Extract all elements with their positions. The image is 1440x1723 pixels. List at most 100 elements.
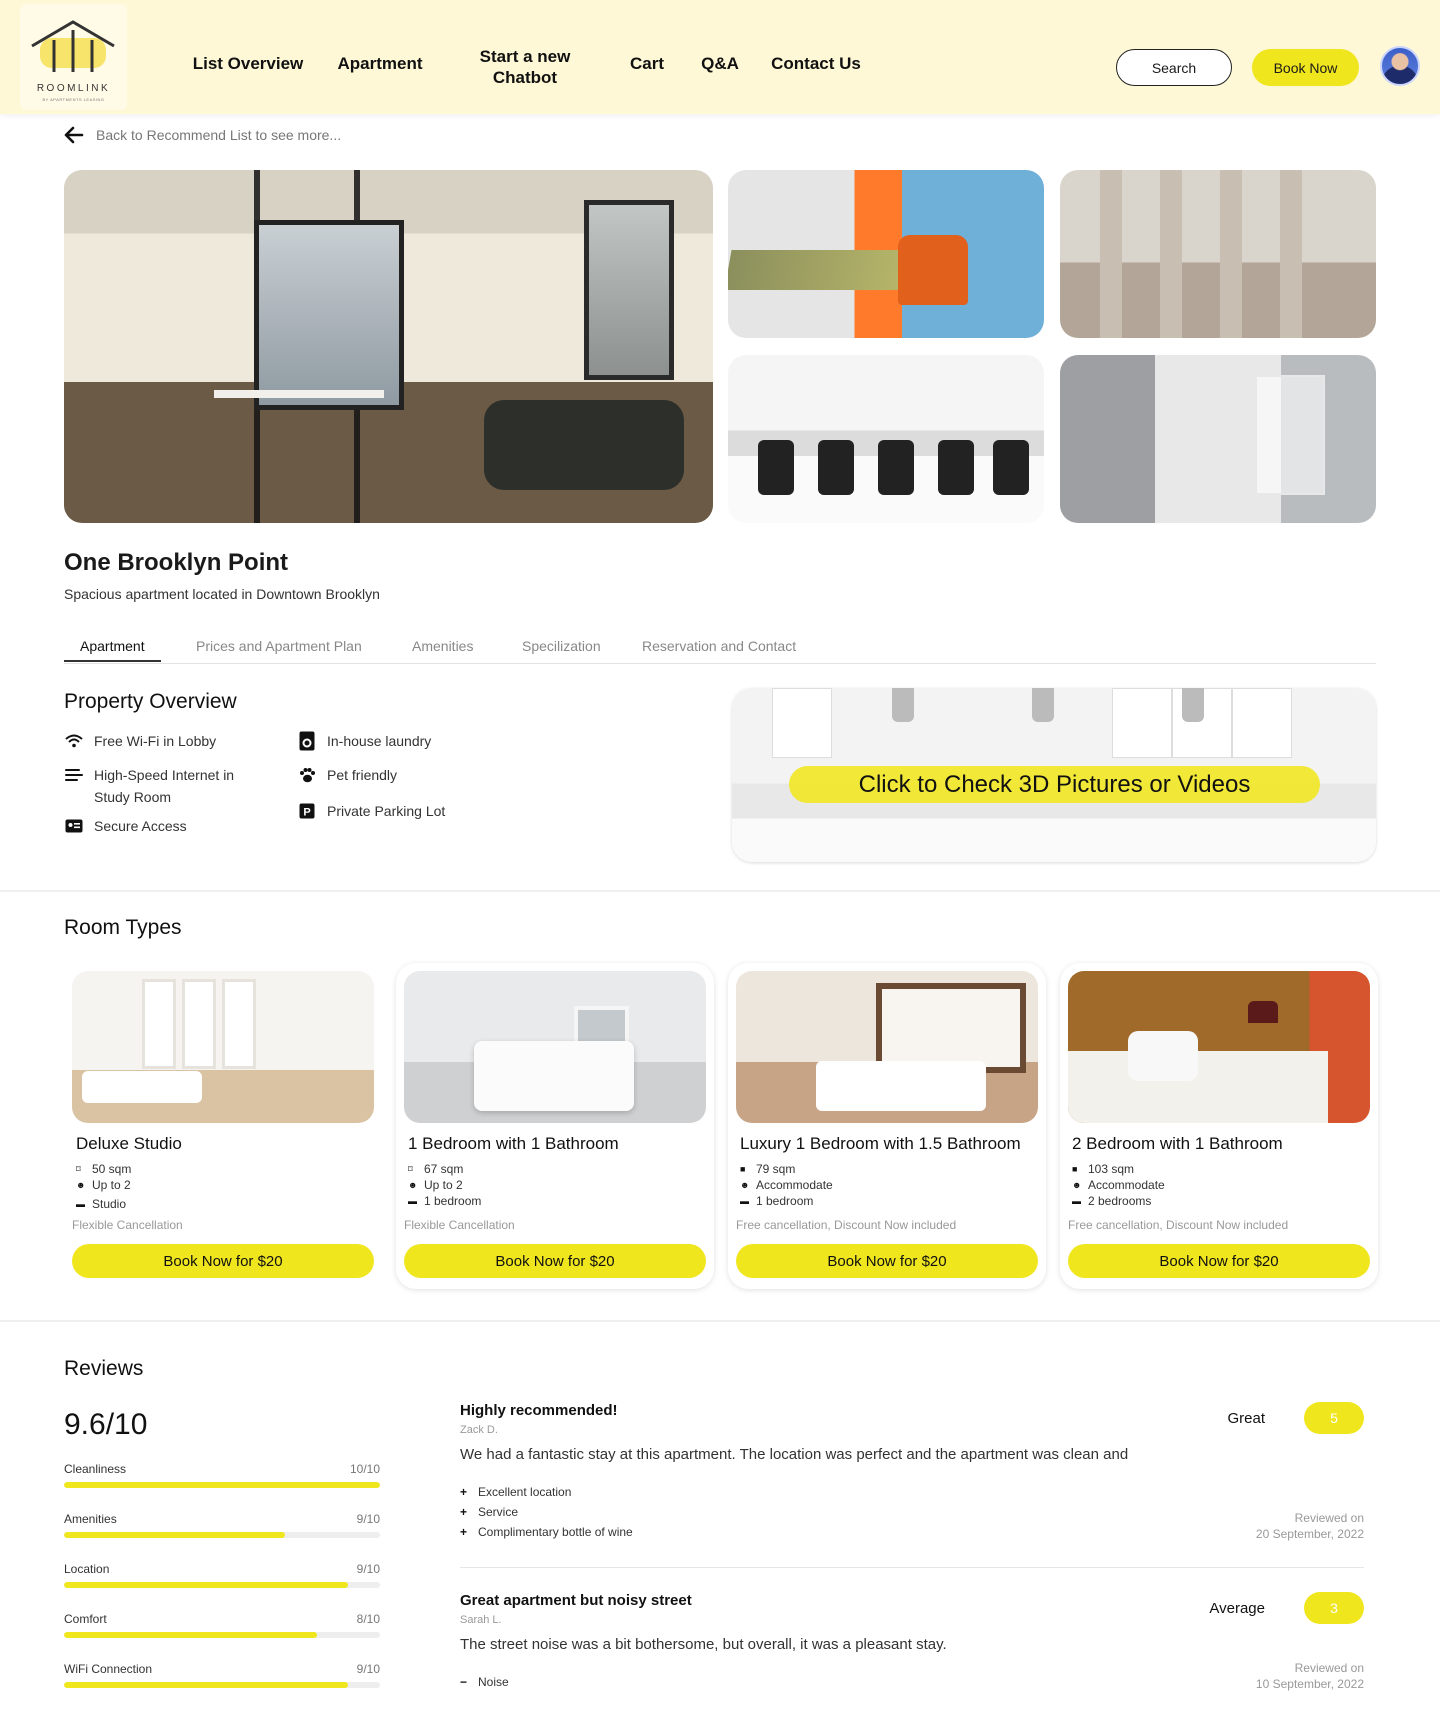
rating-category-value: 8/10 [356, 1612, 380, 1626]
room-guests-value: Up to 2 [424, 1178, 463, 1192]
room-types-heading: Room Types [64, 916, 182, 939]
feature-label: Pet friendly [327, 767, 398, 783]
tab-amenities[interactable]: Amenities [412, 638, 473, 654]
paw-icon [297, 764, 317, 786]
rating-progress-bar [64, 1532, 380, 1538]
rating-category-value: 9/10 [356, 1562, 380, 1576]
gallery-photo-bathroom[interactable] [1060, 355, 1376, 523]
book-room-button[interactable]: Book Now for $20 [404, 1244, 706, 1278]
rating-category-value: 10/10 [349, 1462, 380, 1476]
room-guests: ☻ Accommodate [1072, 1178, 1165, 1192]
room-beds: ▬ 1 bedroom [408, 1194, 481, 1208]
nav-start-chatbot[interactable]: Start a new Chatbot [470, 46, 580, 88]
feature-secure-access: Secure Access [64, 815, 284, 837]
bed-icon: ▬ [76, 1199, 85, 1209]
book-room-button[interactable]: Book Now for $20 [72, 1244, 374, 1278]
nav-list-overview[interactable]: List Overview [188, 53, 308, 74]
room-photo[interactable] [404, 971, 706, 1123]
room-size-value: 50 sqm [92, 1162, 132, 1176]
room-guests: ☻ Accommodate [740, 1178, 833, 1192]
review-date: Reviewed on 20 September, 2022 [1164, 1510, 1364, 1542]
room-photo[interactable] [72, 971, 374, 1123]
rating-progress-fill [64, 1482, 380, 1488]
feature-label: Free Wi-Fi in Lobby [94, 733, 217, 749]
plus-icon: + [460, 1525, 468, 1539]
tab-specilization[interactable]: Specilization [522, 638, 601, 654]
gallery-photo-gym[interactable] [728, 355, 1044, 523]
rating-progress-bar [64, 1582, 380, 1588]
wifi-icon [64, 730, 84, 752]
rating-category-label: WiFi Connection [64, 1662, 153, 1676]
review-pro: + Service [460, 1505, 518, 1519]
review-rating-badge: 3 [1304, 1592, 1364, 1624]
minus-icon: − [460, 1675, 468, 1689]
review-con: − Noise [460, 1675, 509, 1689]
id-card-icon [64, 815, 84, 837]
gallery-photo-lounge[interactable] [728, 170, 1044, 338]
room-beds-value: 2 bedrooms [1088, 1194, 1152, 1208]
feature-laundry: In-house laundry [297, 730, 517, 752]
review-pro: + Excellent location [460, 1485, 571, 1499]
room-card: Deluxe Studio ⌑ 50 sqm ☻ Up to 2 ▬ Studio F… [64, 963, 382, 1289]
svg-text:P: P [303, 807, 310, 819]
people-icon: ☻ [408, 1180, 418, 1190]
book-room-button[interactable]: Book Now for $20 [736, 1244, 1038, 1278]
rating-progress-fill [64, 1682, 349, 1688]
section-divider [0, 890, 1440, 892]
room-guests-value: Accommodate [1088, 1178, 1165, 1192]
back-link[interactable]: Back to Recommend List to see more... [64, 126, 341, 144]
rating-progress-bar [64, 1482, 380, 1488]
room-size-value: 103 sqm [1088, 1162, 1135, 1176]
room-photo[interactable] [1068, 971, 1370, 1123]
gallery-main-photo[interactable] [64, 170, 713, 523]
cancellation-policy: Free cancellation, Discount Now included [736, 1218, 957, 1232]
rating-category-label: Amenities [64, 1512, 117, 1526]
tab-reservation-contact[interactable]: Reservation and Contact [642, 638, 796, 654]
rating-progress-fill [64, 1632, 317, 1638]
nav-contact-us[interactable]: Contact Us [764, 53, 868, 74]
review-title: Great apartment but noisy street [460, 1592, 692, 1609]
bed-icon: ▬ [408, 1196, 417, 1206]
area-icon: ⌑ [408, 1163, 413, 1174]
tab-apartment[interactable]: Apartment [64, 638, 161, 662]
room-beds-value: Studio [92, 1197, 127, 1211]
review-rating-badge: 5 [1304, 1402, 1364, 1434]
book-room-button[interactable]: Book Now for $20 [1068, 1244, 1370, 1278]
reviewed-on-label: Reviewed on [1294, 1511, 1364, 1525]
bed-icon: ▬ [740, 1196, 749, 1206]
reviewed-on-date: 10 September, 2022 [1255, 1677, 1364, 1691]
nav-cart[interactable]: Cart [620, 53, 674, 74]
area-icon: ■ [740, 1164, 746, 1174]
tab-prices-plan[interactable]: Prices and Apartment Plan [196, 638, 362, 654]
book-now-button[interactable]: Book Now [1252, 49, 1359, 86]
feature-label: In-house laundry [327, 733, 432, 749]
feature-label: High-Speed Internet in Study Room [94, 767, 235, 805]
review-author: Sarah L. [460, 1614, 502, 1626]
nav-apartment[interactable]: Apartment [330, 53, 430, 74]
cancellation-policy: Free cancellation, Discount Now included [1068, 1218, 1289, 1232]
user-avatar[interactable] [1380, 46, 1420, 86]
gallery-photo-lobby[interactable] [1060, 170, 1376, 338]
room-size-value: 67 sqm [424, 1162, 464, 1176]
feature-high-speed-internet: High-Speed Internet in Study Room [64, 764, 264, 808]
people-icon: ☻ [76, 1180, 86, 1190]
review-con-label: Noise [478, 1675, 509, 1689]
cancellation-policy: Flexible Cancellation [72, 1218, 183, 1232]
property-title: One Brooklyn Point [64, 549, 289, 576]
view-3d-button[interactable]: Click to Check 3D Pictures or Videos [789, 766, 1320, 803]
rating-category-label: Location [64, 1562, 110, 1576]
bed-icon: ▬ [1072, 1196, 1081, 1206]
property-subtitle: Spacious apartment located in Downtown B… [64, 586, 380, 602]
room-name: Deluxe Studio [76, 1134, 182, 1153]
review-separator [460, 1567, 1364, 1568]
feature-parking: P Private Parking Lot [297, 800, 517, 822]
room-photo[interactable] [736, 971, 1038, 1123]
room-card: 2 Bedroom with 1 Bathroom ■ 103 sqm ☻ Acco… [1060, 963, 1378, 1289]
search-button[interactable]: Search [1116, 49, 1232, 86]
house-logo-icon [31, 20, 115, 72]
nav-qa[interactable]: Q&A [696, 53, 744, 74]
feature-label: Private Parking Lot [327, 803, 446, 819]
room-guests-value: Up to 2 [92, 1178, 131, 1192]
review-date: Reviewed on 10 September, 2022 [1164, 1660, 1364, 1692]
roomlink-logo[interactable]: ROOMLINK BY APARTMENTS LEASING [20, 4, 127, 110]
